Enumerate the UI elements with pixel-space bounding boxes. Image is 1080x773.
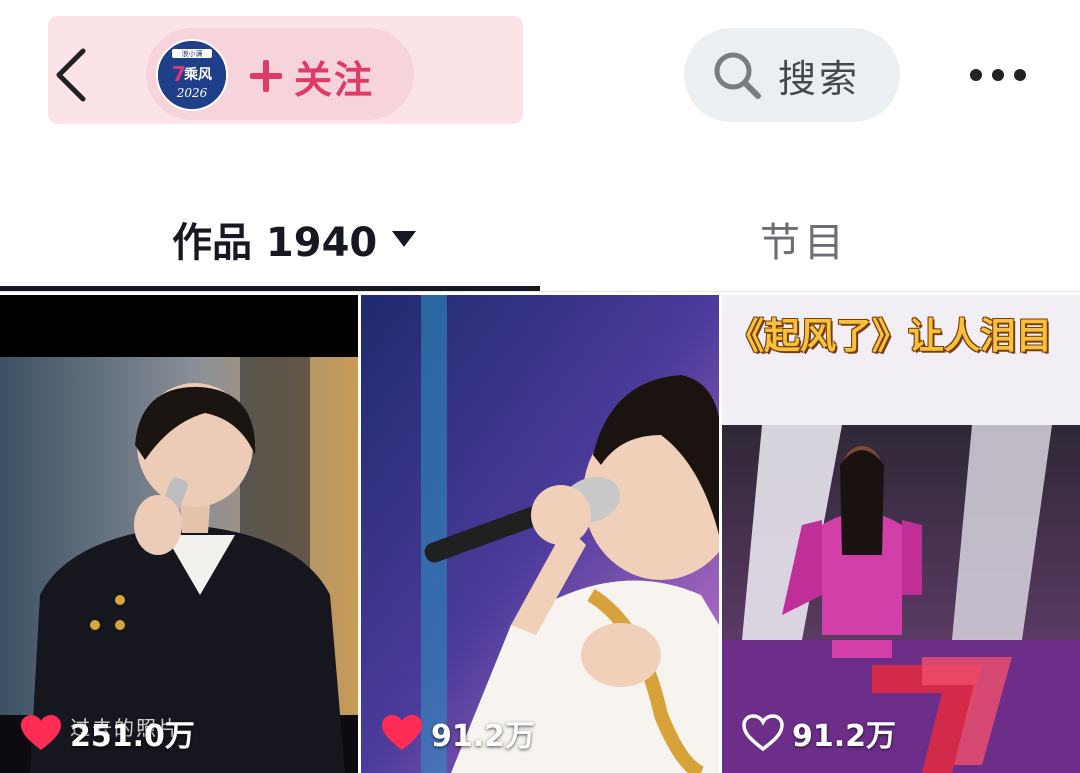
tab-shows[interactable]: 节目: [760, 204, 848, 274]
video-thumbnail-2: [361, 295, 719, 773]
search-label: 搜索: [778, 56, 861, 101]
logo-title: 乘风: [183, 66, 212, 83]
logo-year: 2026: [176, 86, 208, 100]
heart-icon: [21, 715, 61, 750]
video-card-1[interactable]: 过去的照片 251.0万: [0, 295, 358, 773]
more-dot: [1014, 69, 1026, 81]
cover-title: 《起风了》让人泪目: [728, 316, 1053, 357]
tabs-divider: [0, 291, 1080, 292]
like-stat-2: 91.2万: [381, 713, 536, 754]
heart-outline-icon: [742, 714, 784, 752]
more-dot: [992, 69, 1004, 81]
like-count-1: 251.0万: [70, 719, 195, 754]
follow-button[interactable]: 关注: [248, 46, 374, 106]
back-arrow-icon: [56, 48, 86, 102]
tab-works-label: 作品 1940: [172, 220, 378, 266]
avatar[interactable]: 浪小满 7 乘风 2026: [156, 39, 228, 111]
follow-label: 关注: [294, 57, 375, 102]
tab-works[interactable]: 作品 1940: [172, 204, 417, 274]
content-tabs: 作品 1940 节目: [0, 190, 1080, 294]
like-stat-1: 251.0万: [20, 713, 195, 754]
like-count-3: 91.2万: [792, 719, 897, 754]
like-stat-3: 91.2万: [742, 713, 897, 754]
heart-icon: [382, 715, 422, 750]
top-bar: 浪小满 7 乘风 2026 关注 搜索: [0, 0, 1080, 150]
plus-icon: [250, 60, 282, 92]
video-thumbnail-1: [0, 295, 358, 773]
more-dots-icon: [970, 69, 982, 81]
video-card-3[interactable]: 《起风了》让人泪目 91.2万: [722, 295, 1080, 773]
show-logo-icon: 浪小满 7 乘风 2026: [158, 41, 226, 109]
search-icon: [714, 52, 761, 99]
tab-shows-label: 节目: [760, 220, 848, 266]
more-options-button[interactable]: [958, 50, 1038, 100]
back-button[interactable]: [46, 44, 96, 106]
dropdown-triangle-icon[interactable]: [391, 230, 417, 248]
video-card-2[interactable]: 91.2万: [361, 295, 719, 773]
logo-topline: 浪小满: [182, 49, 203, 58]
search-button[interactable]: 搜索: [684, 28, 900, 122]
like-count-2: 91.2万: [431, 719, 536, 754]
video-grid: 过去的照片 251.0万 91.2万 《起风了》让人泪目 91.2万: [0, 295, 1080, 773]
video-thumbnail-3: [722, 295, 1080, 773]
